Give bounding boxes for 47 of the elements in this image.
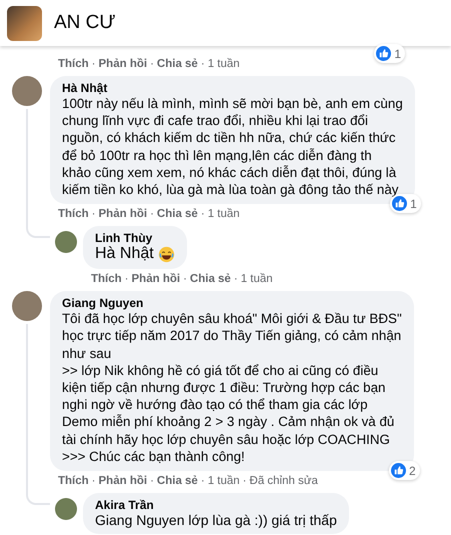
separator-dot: · xyxy=(200,208,205,220)
separator-dot: · xyxy=(150,58,154,70)
comment-action-link[interactable]: Phản hồi xyxy=(132,273,180,286)
thumbs-up-icon xyxy=(392,196,408,212)
comment-action-link[interactable]: Thích xyxy=(58,475,89,488)
comment-action-link[interactable]: Phản hồi xyxy=(98,58,148,70)
comment-action-link[interactable]: Chia sẻ xyxy=(156,58,198,70)
comment-action-link[interactable]: Chia sẻ xyxy=(156,208,198,220)
separator-dot: · xyxy=(234,273,238,286)
page-name[interactable]: AN CƯ xyxy=(54,12,116,34)
comment-action-link[interactable]: Thích xyxy=(91,273,122,286)
comment-author[interactable]: Linh Thùy xyxy=(95,231,175,246)
comment-time[interactable]: 1 tuần xyxy=(208,58,240,70)
thumbs-up-icon xyxy=(391,463,406,478)
comment-action-link[interactable]: Chia sẻ xyxy=(190,273,231,286)
reaction-badge[interactable]: 2 xyxy=(389,461,420,480)
separator-dot: · xyxy=(124,273,129,286)
comment-action-link[interactable]: Thích xyxy=(58,208,89,220)
separator-dot: · xyxy=(200,58,205,70)
avatar[interactable] xyxy=(12,76,42,106)
comment-action-link[interactable]: Phản hồi xyxy=(98,208,148,220)
edited-label: Đã chỉnh sửa xyxy=(250,475,318,488)
comment-time[interactable]: 1 tuần xyxy=(240,273,273,286)
reaction-badge[interactable]: 1 xyxy=(374,44,405,63)
reply-text: Giang Nguyen lớp lùa gà :)) giá trị thấp xyxy=(95,512,337,528)
comment-action-link[interactable]: Thích xyxy=(58,58,89,70)
reply-text: Hà Nhật xyxy=(95,245,154,264)
comment-time[interactable]: 1 tuần xyxy=(208,208,240,220)
avatar[interactable] xyxy=(12,291,42,322)
separator-dot: · xyxy=(92,208,96,220)
thumbs-up-icon xyxy=(376,46,392,61)
comment-time[interactable]: 1 tuần xyxy=(208,475,240,488)
separator-dot: · xyxy=(150,208,154,220)
separator-dot: · xyxy=(92,58,96,70)
comment-action-link[interactable]: Phản hồi xyxy=(98,475,148,488)
comment-action-link[interactable]: Chia sẻ xyxy=(156,475,198,488)
separator-dot: · xyxy=(200,475,205,488)
comment-author[interactable]: Giang Nguyen xyxy=(62,296,402,310)
avatar[interactable] xyxy=(55,231,77,254)
comment-author[interactable]: Hà Nhật xyxy=(62,81,403,95)
comment-author[interactable]: Akira Trần xyxy=(95,498,337,512)
avatar[interactable] xyxy=(55,498,77,520)
separator-dot: · xyxy=(92,475,96,488)
separator-dot: · xyxy=(183,273,187,286)
page-logo[interactable] xyxy=(7,6,42,40)
separator-dot: · xyxy=(150,475,154,488)
separator-dot: · xyxy=(242,475,247,488)
